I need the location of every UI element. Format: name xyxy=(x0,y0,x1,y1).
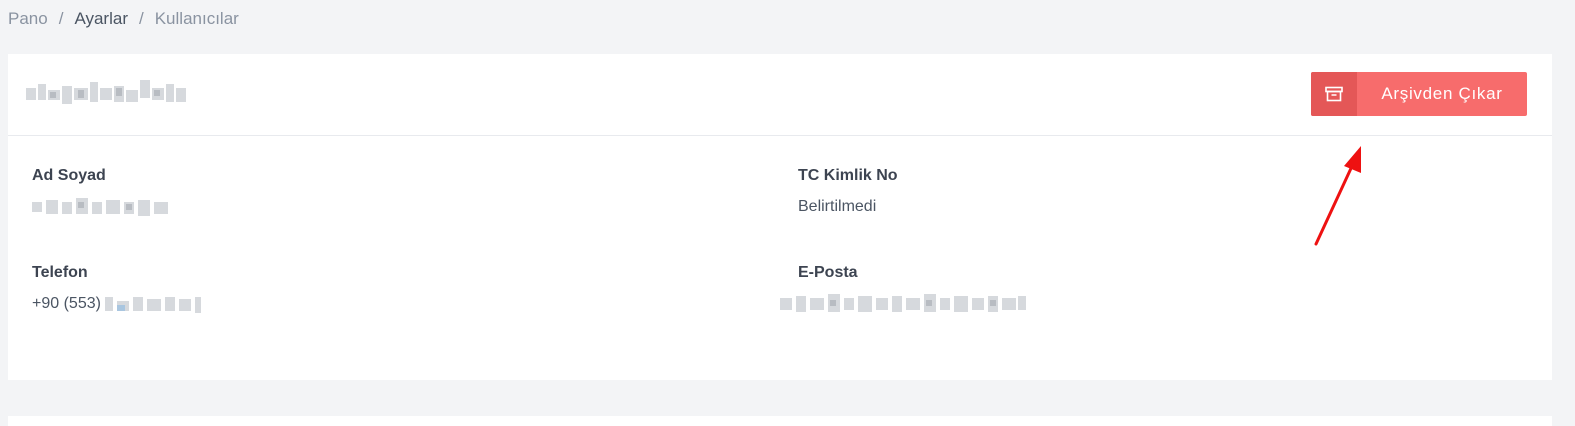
unarchive-button[interactable]: Arşivden Çıkar xyxy=(1311,72,1527,116)
field-value: +90 (553) xyxy=(32,294,203,314)
field-label: Ad Soyad xyxy=(32,167,106,184)
breadcrumb-separator: / xyxy=(58,9,64,28)
redacted-name-value xyxy=(32,198,168,216)
field-label: Telefon xyxy=(32,264,88,281)
redacted-email-value xyxy=(780,294,1026,312)
field-e-posta: E-Posta xyxy=(780,263,1026,314)
field-label: E-Posta xyxy=(798,264,858,281)
breadcrumb-separator: / xyxy=(138,9,144,28)
secondary-card xyxy=(8,416,1552,426)
field-tc-kimlik: TC Kimlik No Belirtilmedi xyxy=(798,166,898,217)
field-label: TC Kimlik No xyxy=(798,167,898,184)
field-value xyxy=(780,294,1026,314)
breadcrumb-item-ayarlar[interactable]: Ayarlar xyxy=(74,9,128,29)
phone-prefix: +90 (553) xyxy=(32,295,101,312)
unarchive-button-label: Arşivden Çıkar xyxy=(1381,84,1503,103)
archive-box-icon xyxy=(1311,72,1357,116)
card-header: Arşivden Çıkar xyxy=(8,54,1552,136)
redacted-user-name xyxy=(26,80,186,104)
breadcrumb-item-pano[interactable]: Pano xyxy=(8,9,48,29)
redacted-phone-value xyxy=(104,297,201,313)
field-value: Belirtilmedi xyxy=(798,198,877,215)
breadcrumb-item-kullanicilar: Kullanıcılar xyxy=(154,9,239,28)
field-ad-soyad: Ad Soyad xyxy=(32,166,170,217)
field-telefon: Telefon +90 (553) xyxy=(32,263,203,314)
breadcrumb: Pano / Ayarlar / Kullanıcılar xyxy=(8,8,239,30)
page-edge xyxy=(1565,0,1575,423)
annotation-arrow xyxy=(1314,146,1361,246)
field-value xyxy=(32,197,170,217)
